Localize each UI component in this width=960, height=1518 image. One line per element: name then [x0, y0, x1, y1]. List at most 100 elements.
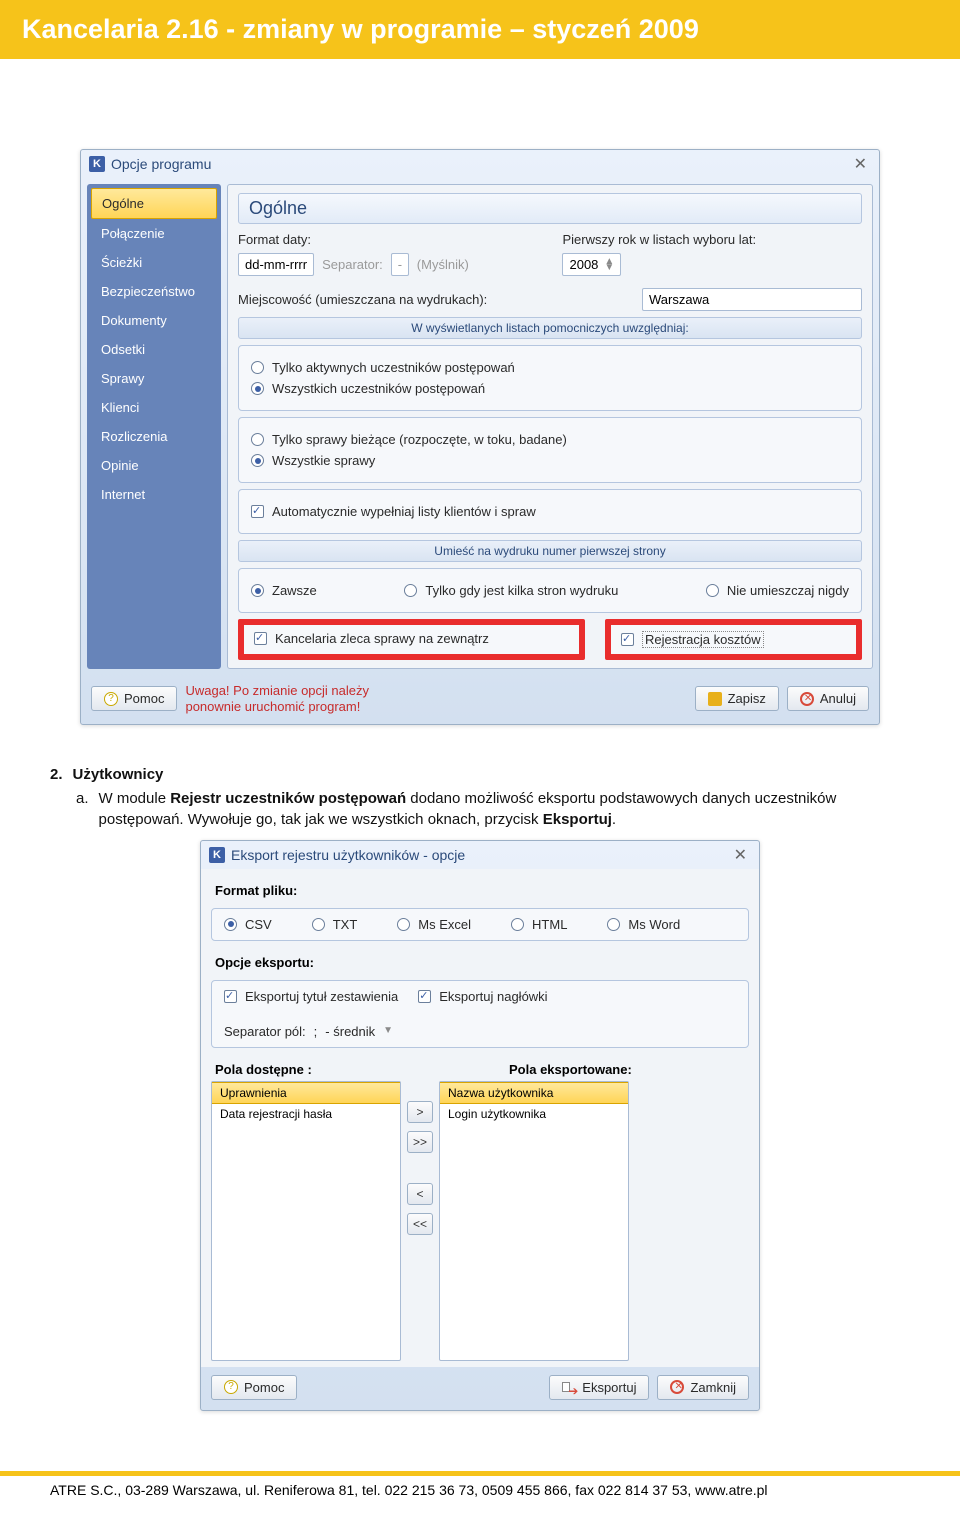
checkbox-zleca[interactable]: Kancelaria zleca sprawy na zewnątrz [254, 631, 569, 646]
sidebar-item-dokumenty[interactable]: Dokumenty [91, 306, 217, 335]
help-button[interactable]: ? Pomoc [211, 1375, 297, 1400]
radio-wszystkie-sprawy[interactable]: Wszystkie sprawy [251, 453, 849, 468]
page-header: Kancelaria 2.16 - zmiany w programie – s… [0, 0, 960, 59]
separator-select[interactable]: Separator pól: ; - średnik ▼ [224, 1024, 393, 1039]
close-icon[interactable]: ✕ [850, 154, 871, 174]
move-right-button[interactable]: > [407, 1101, 433, 1123]
group-print: Zawsze Tylko gdy jest kilka stron wydruk… [238, 568, 862, 613]
group-format: CSV TXT Ms Excel HTML Ms Word [211, 908, 749, 941]
separator-field: - [391, 253, 409, 276]
body-section: 2. Użytkownicy a. W module Rejestr uczes… [0, 745, 960, 840]
button-bar: ? Pomoc ➔ Eksportuj ✕ Zamknij [201, 1367, 759, 1410]
section-title: Użytkownicy [73, 765, 164, 785]
city-field[interactable]: Warszawa [642, 288, 862, 311]
move-all-right-button[interactable]: >> [407, 1131, 433, 1153]
exported-list[interactable]: Nazwa użytkownika Login użytkownika [439, 1081, 629, 1361]
help-button[interactable]: ? Pomoc [91, 686, 177, 711]
group-opcje: Eksportuj tytuł zestawienia Eksportuj na… [211, 980, 749, 1048]
app-icon: K [209, 847, 225, 863]
titlebar: K Opcje programu ✕ [81, 150, 879, 178]
sidebar-item-opinie[interactable]: Opinie [91, 451, 217, 480]
button-bar: ? Pomoc Uwaga! Po zmianie opcji należy p… [81, 675, 879, 724]
radio-csv[interactable]: CSV [224, 917, 272, 932]
export-dialog: K Eksport rejestru użytkowników - opcje … [200, 840, 760, 1411]
help-icon: ? [224, 1380, 238, 1394]
subheading-print: Umieść na wydruku numer pierwszej strony [238, 540, 862, 562]
list-item[interactable]: Uprawnienia [212, 1082, 400, 1104]
year-spinner[interactable]: 2008 ▲ ▼ [562, 253, 621, 276]
radio-txt[interactable]: TXT [312, 917, 358, 932]
cancel-icon: ✕ [800, 692, 814, 706]
move-all-left-button[interactable]: << [407, 1213, 433, 1235]
label-format: Format pliku: [211, 875, 749, 902]
label-separator-name: (Myślnik) [417, 257, 469, 272]
arrow-buttons: > >> < << [407, 1081, 433, 1235]
radio-kilka[interactable]: Tylko gdy jest kilka stron wydruku [404, 583, 618, 598]
radio-wszyscy[interactable]: Wszystkich uczestników postępowań [251, 381, 849, 396]
sidebar-item-polaczenie[interactable]: Połączenie [91, 219, 217, 248]
item-letter: a. [76, 789, 89, 830]
year-value: 2008 [569, 257, 598, 272]
section-number: 2. [50, 765, 63, 785]
sidebar-item-rozliczenia[interactable]: Rozliczenia [91, 422, 217, 451]
window-title: Opcje programu [111, 156, 211, 172]
date-format-field[interactable]: dd-mm-rrrr [238, 253, 314, 276]
item-text: W module Rejestr uczestników postępowań … [99, 789, 910, 830]
radio-biezace[interactable]: Tylko sprawy bieżące (rozpoczęte, w toku… [251, 432, 849, 447]
chevron-down-icon: ▼ [383, 1028, 393, 1034]
radio-nigdy[interactable]: Nie umieszczaj nigdy [706, 583, 849, 598]
close-button[interactable]: ✕ Zamknij [657, 1375, 749, 1400]
label-miejscowosc: Miejscowość (umieszczana na wydrukach): [238, 292, 487, 307]
radio-zawsze[interactable]: Zawsze [251, 583, 317, 598]
label-separator: Separator: [322, 257, 383, 272]
subheading-lists: W wyświetlanych listach pomocniczych uwz… [238, 317, 862, 339]
panel-main: Ogólne Format daty: Pierwszy rok w lista… [227, 184, 873, 669]
list-item[interactable]: Login użytkownika [440, 1104, 628, 1124]
options-dialog: K Opcje programu ✕ Ogólne Połączenie Ści… [80, 149, 880, 725]
radio-html[interactable]: HTML [511, 917, 567, 932]
sidebar-item-sciezki[interactable]: Ścieżki [91, 248, 217, 277]
chevron-down-icon[interactable]: ▼ [604, 265, 614, 271]
titlebar: K Eksport rejestru użytkowników - opcje … [201, 841, 759, 869]
sidebar-item-internet[interactable]: Internet [91, 480, 217, 509]
close-icon[interactable]: ✕ [730, 845, 751, 865]
checkbox-naglowki[interactable]: Eksportuj nagłówki [418, 989, 547, 1004]
radio-excel[interactable]: Ms Excel [397, 917, 471, 932]
label-pierwszy-rok: Pierwszy rok w listach wyboru lat: [562, 232, 862, 247]
page-title: Kancelaria 2.16 - zmiany w programie – s… [22, 14, 938, 45]
group-uczestnicy: Tylko aktywnych uczestników postępowań W… [238, 345, 862, 411]
app-icon: K [89, 156, 105, 172]
panel-title: Ogólne [238, 193, 862, 224]
checkbox-auto[interactable]: Automatycznie wypełniaj listy klientów i… [251, 504, 849, 519]
group-auto: Automatycznie wypełniaj listy klientów i… [238, 489, 862, 534]
label-pola-dost: Pola dostępne : [211, 1054, 455, 1081]
list-item[interactable]: Nazwa użytkownika [440, 1082, 628, 1104]
warning-text: Uwaga! Po zmianie opcji należy ponownie … [185, 683, 369, 714]
footer: ATRE S.C., 03-289 Warszawa, ul. Renifero… [0, 1476, 960, 1518]
sidebar: Ogólne Połączenie Ścieżki Bezpieczeństwo… [87, 184, 221, 669]
radio-aktywni[interactable]: Tylko aktywnych uczestników postępowań [251, 360, 849, 375]
save-button[interactable]: Zapisz [695, 686, 779, 711]
sidebar-item-bezp[interactable]: Bezpieczeństwo [91, 277, 217, 306]
radio-word[interactable]: Ms Word [607, 917, 680, 932]
export-button[interactable]: ➔ Eksportuj [549, 1375, 649, 1400]
list-item[interactable]: Data rejestracji hasła [212, 1104, 400, 1124]
window-title: Eksport rejestru użytkowników - opcje [231, 847, 465, 863]
label-opcje: Opcje eksportu: [211, 947, 749, 974]
cancel-button[interactable]: ✕ Anuluj [787, 686, 869, 711]
sidebar-item-klienci[interactable]: Klienci [91, 393, 217, 422]
group-sprawy: Tylko sprawy bieżące (rozpoczęte, w toku… [238, 417, 862, 483]
highlight-rejestr: Rejestracja kosztów [605, 619, 862, 660]
save-icon [708, 692, 722, 706]
checkbox-tytul[interactable]: Eksportuj tytuł zestawienia [224, 989, 398, 1004]
list-area: Uprawnienia Data rejestracji hasła > >> … [211, 1081, 749, 1361]
available-list[interactable]: Uprawnienia Data rejestracji hasła [211, 1081, 401, 1361]
label-pola-eksp: Pola eksportowane: [475, 1054, 749, 1081]
export-icon: ➔ [562, 1380, 576, 1394]
move-left-button[interactable]: < [407, 1183, 433, 1205]
sidebar-item-odsetki[interactable]: Odsetki [91, 335, 217, 364]
sidebar-item-sprawy[interactable]: Sprawy [91, 364, 217, 393]
checkbox-rejestr[interactable]: Rejestracja kosztów [621, 631, 846, 648]
highlight-zleca: Kancelaria zleca sprawy na zewnątrz [238, 619, 585, 660]
sidebar-item-ogolne[interactable]: Ogólne [91, 188, 217, 219]
